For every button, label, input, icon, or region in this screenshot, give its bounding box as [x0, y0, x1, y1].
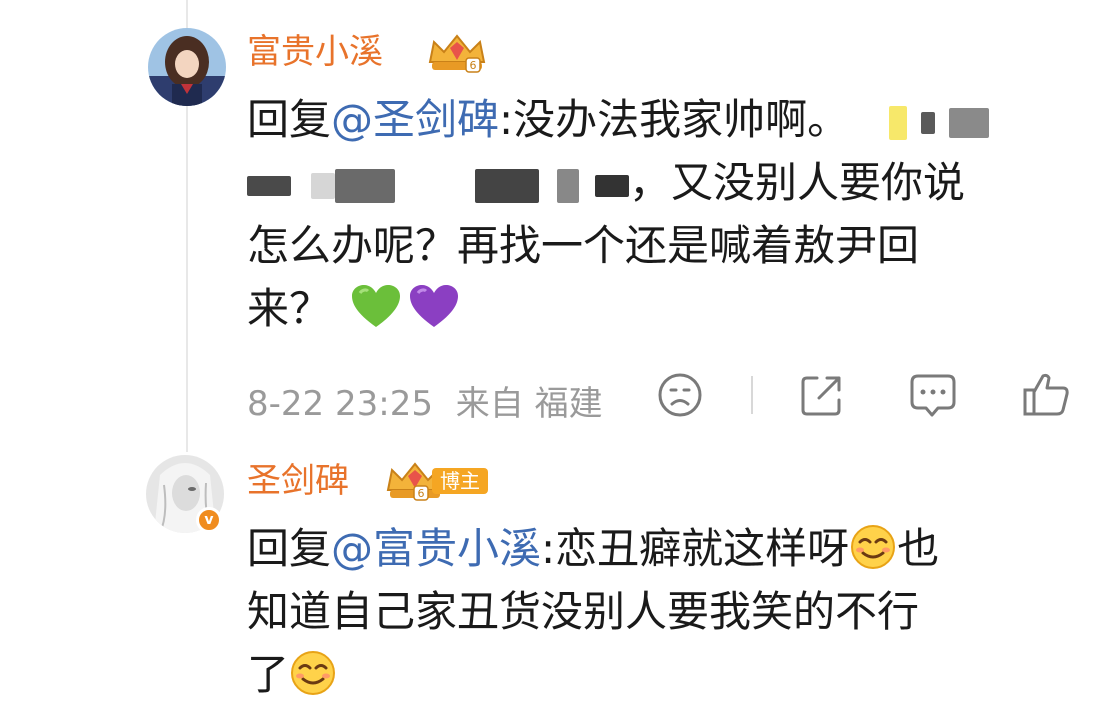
timestamp: 8-22 23:25: [247, 384, 433, 424]
like-icon[interactable]: [1021, 370, 1071, 420]
comment-line: 回复@圣剑碑:没办法我家帅啊。: [247, 88, 1057, 151]
comment-text: 回复@富贵小溪:恋丑癖就这样呀 也 知道自己家丑货没别人要我笑的不行 了: [247, 517, 1057, 706]
username[interactable]: 圣剑碑: [247, 459, 349, 503]
redacted-block: [595, 174, 629, 197]
mention-link[interactable]: @富贵小溪: [331, 524, 541, 573]
comment-segment: :没办法我家帅啊。: [499, 95, 850, 144]
reply-prefix: 回复: [247, 524, 332, 573]
comment-segment: 了: [247, 650, 290, 699]
svg-text:6: 6: [418, 487, 425, 500]
verified-badge: v: [196, 507, 222, 533]
comment-line: 怎么办呢？再找一个还是喊着敖尹回: [247, 221, 920, 270]
share-icon[interactable]: [797, 370, 847, 420]
reply-prefix: 回复: [247, 95, 332, 144]
blogger-tag: 博主: [432, 468, 488, 494]
comment-actions: [655, 370, 1075, 420]
comment-icon[interactable]: [908, 370, 958, 420]
redacted-block: [475, 168, 539, 203]
green-heart-icon: [350, 283, 402, 331]
crown-badge-icon[interactable]: 6 博主: [384, 460, 494, 504]
smirk-emoji-icon: [289, 649, 337, 697]
comment-segment: ，又没别人要你说: [629, 158, 966, 207]
comment-segment: :恋丑癖就这样呀: [541, 524, 850, 573]
username[interactable]: 富贵小溪: [247, 30, 383, 74]
avatar[interactable]: [148, 28, 226, 106]
redacted-block: [311, 172, 335, 199]
sad-face-icon[interactable]: [655, 370, 705, 420]
comment-line: ，又没别人要你说: [247, 151, 1057, 214]
redacted-block: [920, 111, 935, 134]
comment-segment: 也: [897, 524, 940, 573]
comment-text: 回复@圣剑碑:没办法我家帅啊。 ，又没别人要你说 怎么办呢？再找一个还是喊着敖尹…: [247, 88, 1057, 340]
redacted-block: [948, 107, 989, 138]
mention-link[interactable]: @圣剑碑: [331, 95, 499, 144]
redacted-block: [888, 105, 907, 140]
redacted-block: [335, 168, 395, 203]
redacted-block: [247, 175, 291, 196]
comment-segment: 来？: [247, 284, 332, 333]
svg-text:6: 6: [470, 59, 477, 72]
location: 来自 福建: [455, 384, 603, 424]
comment-line: 了: [247, 643, 1057, 706]
redacted-block: [557, 168, 579, 203]
comment-line: 回复@富贵小溪:恋丑癖就这样呀 也: [247, 517, 1057, 580]
comment-line: 知道自己家丑货没别人要我笑的不行: [247, 587, 920, 636]
purple-heart-icon: [408, 283, 460, 331]
comment-meta: 8-22 23:25 来自 福建: [247, 380, 603, 428]
smirk-emoji-icon: [849, 523, 897, 571]
divider: [751, 376, 753, 414]
comment-line: 来？: [247, 277, 1057, 340]
crown-badge-icon[interactable]: 6: [426, 32, 488, 76]
